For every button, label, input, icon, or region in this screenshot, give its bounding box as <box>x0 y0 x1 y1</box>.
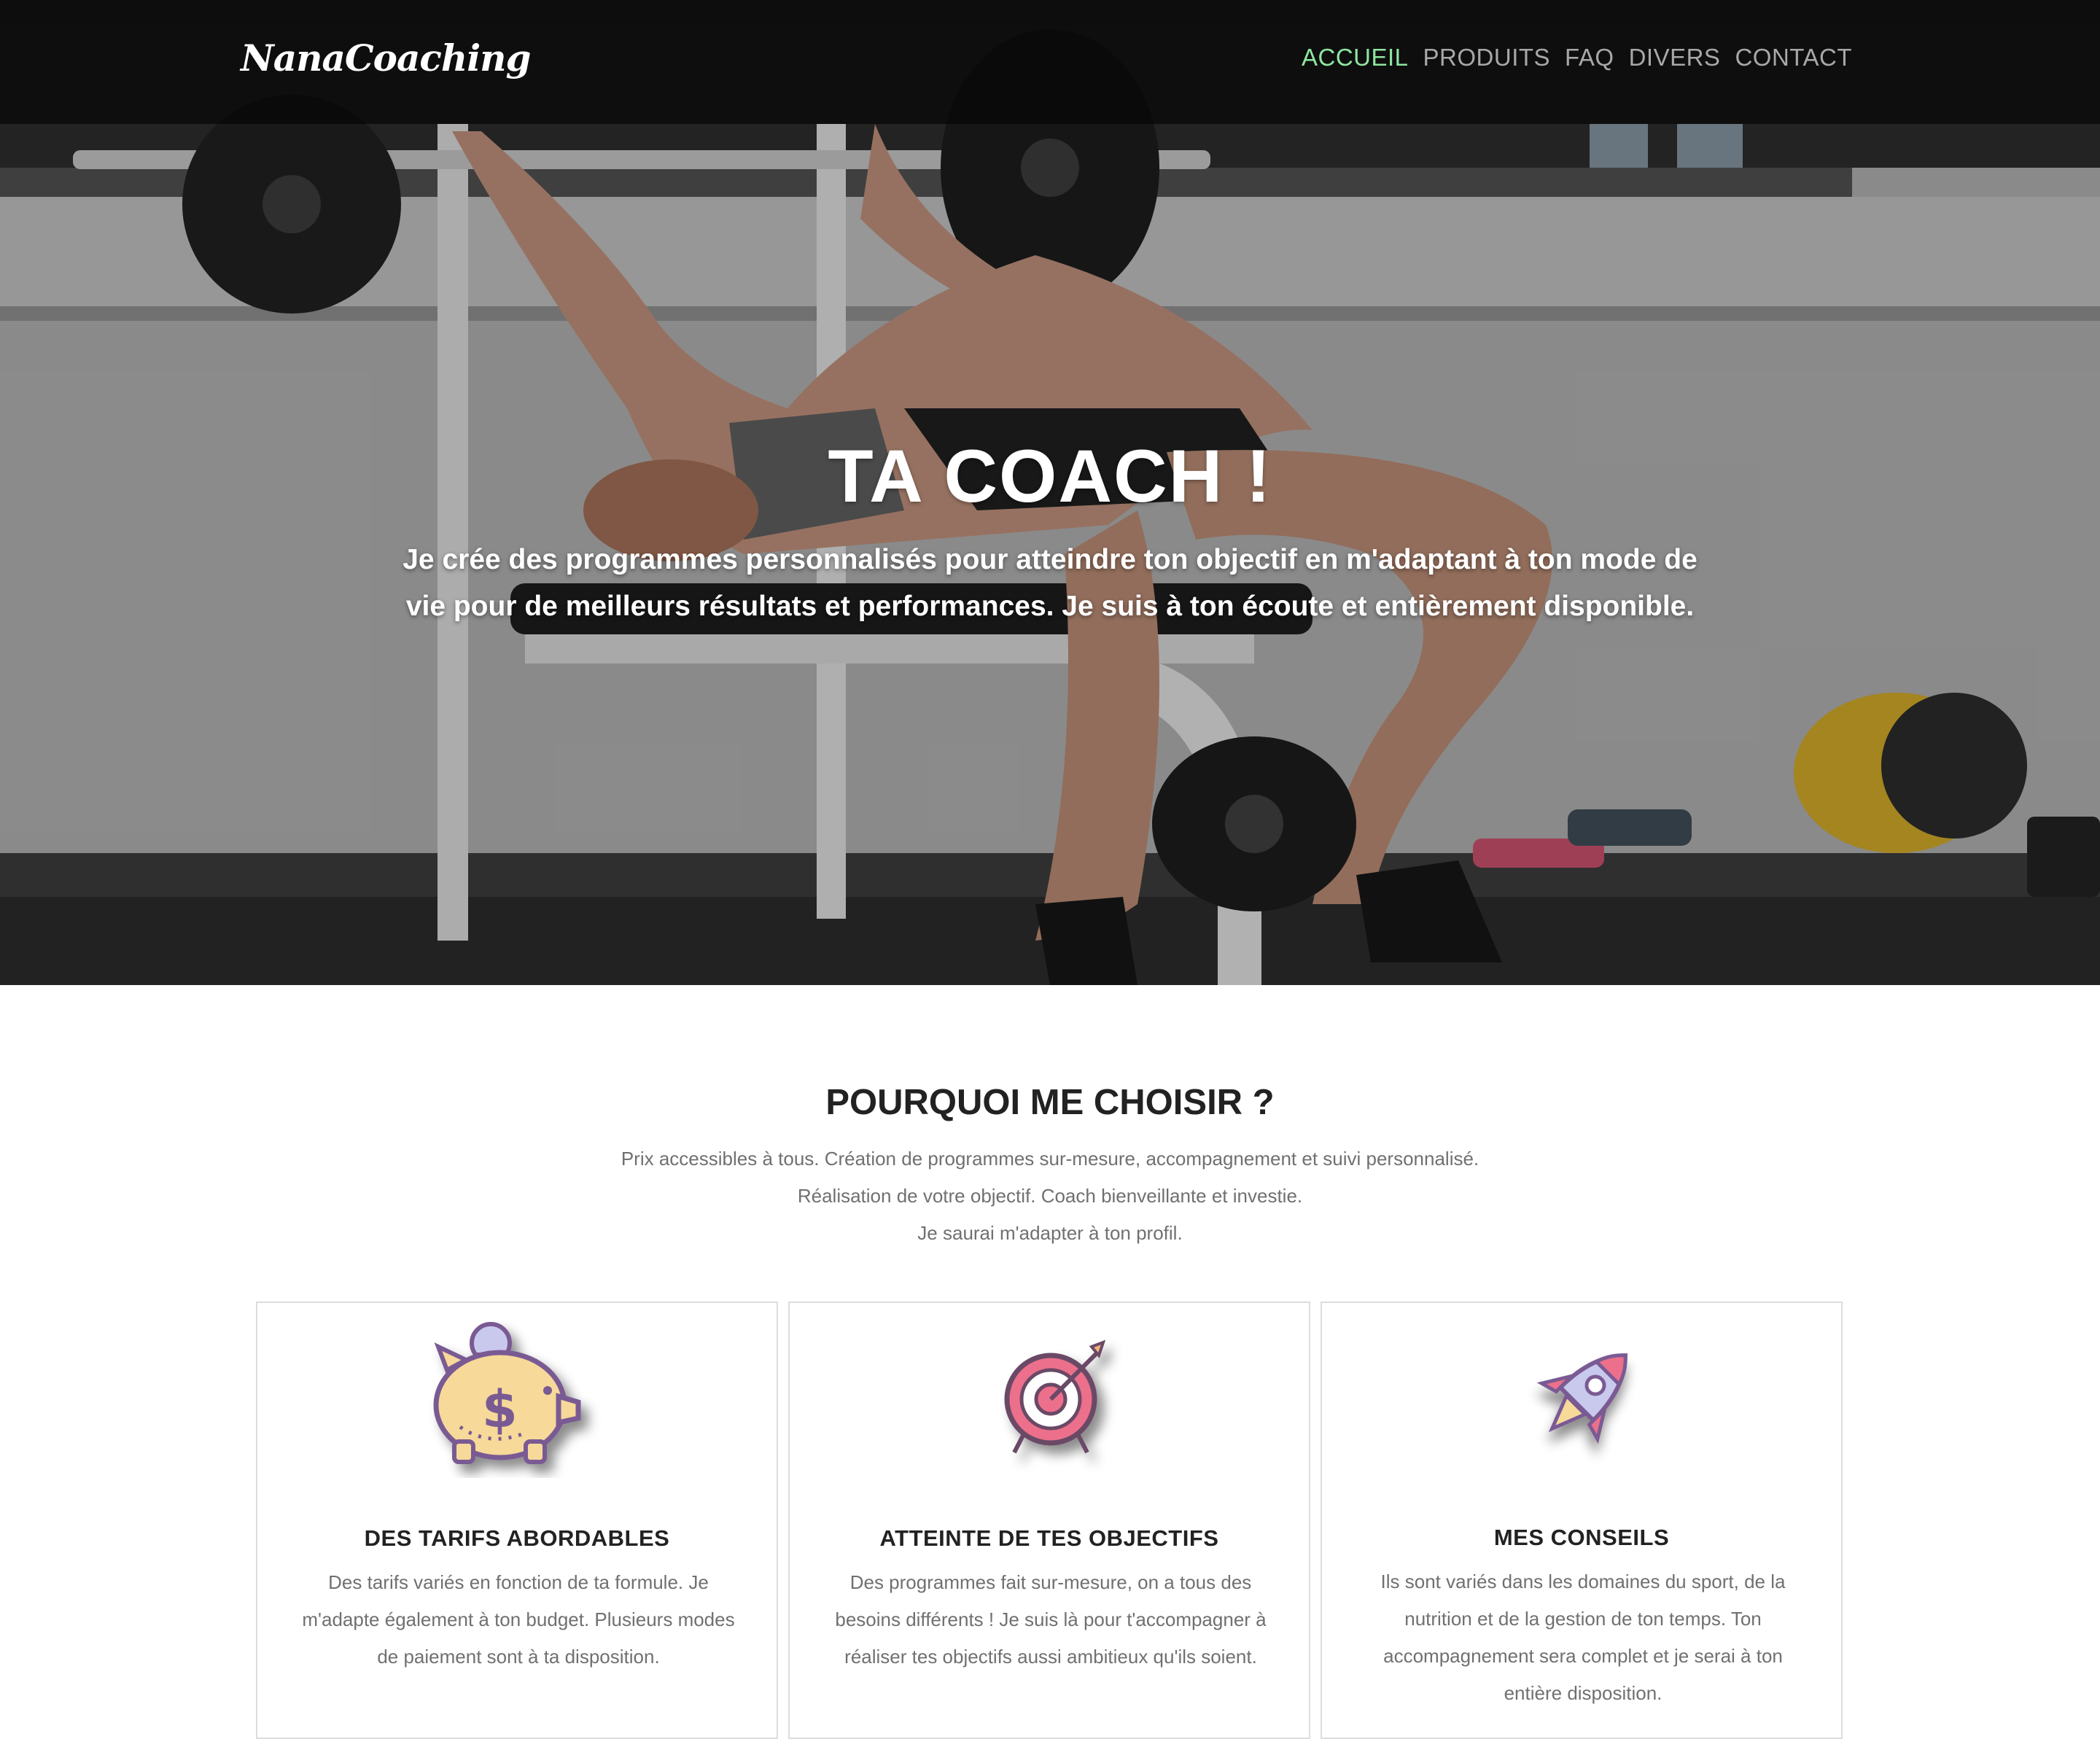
nav-link-divers[interactable]: DIVERS <box>1629 44 1721 71</box>
card-title: ATTEINTE DE TES OBJECTIFS <box>879 1525 1219 1551</box>
svg-text:$: $ <box>482 1380 518 1439</box>
target-icon <box>1004 1339 1106 1454</box>
nav-link-faq[interactable]: FAQ <box>1565 44 1614 71</box>
nav-link-accueil[interactable]: ACCUEIL <box>1302 44 1409 71</box>
top-navbar: NanaCoaching ACCUEIL PRODUITS FAQ DIVERS… <box>0 0 2100 124</box>
card-text: Des programmes fait sur-mesure, on a tou… <box>835 1571 1267 1668</box>
hero-subtitle: Je crée des programmes personnalisés pou… <box>402 544 1698 622</box>
nav-link-contact[interactable]: CONTACT <box>1735 44 1852 71</box>
section-intro: Prix accessibles à tous. Création de pro… <box>0 1140 2100 1252</box>
rocket-icon <box>1536 1353 1628 1444</box>
feature-card-objectifs: ATTEINTE DE TES OBJECTIFS Des programmes… <box>788 1302 1310 1739</box>
hero-title: TA COACH ! <box>828 435 1272 518</box>
feature-card-conseils: MES CONSEILS Ils sont variés dans les do… <box>1321 1302 1843 1739</box>
nav-link-produits[interactable]: PRODUITS <box>1423 44 1551 71</box>
feature-card-tarifs: $ DES TARIFS ABORDABLES Des tarifs varié… <box>256 1302 778 1739</box>
brand-logo[interactable]: NanaCoaching <box>241 36 531 79</box>
piggy-bank-icon: $ <box>433 1322 581 1464</box>
card-text: Des tarifs variés en fonction de ta form… <box>302 1571 735 1668</box>
section-intro-line: Réalisation de votre objectif. Coach bie… <box>797 1185 1303 1207</box>
section-title: POURQUOI ME CHOISIR ? <box>825 1083 1275 1122</box>
card-text: Ils sont variés dans les domaines du spo… <box>1380 1571 1786 1704</box>
nav-menu: ACCUEIL PRODUITS FAQ DIVERS CONTACT <box>1302 44 1852 71</box>
card-title: DES TARIFS ABORDABLES <box>364 1525 670 1551</box>
hero-banner: TA COACH ! Je crée des programmes person… <box>0 0 2100 985</box>
card-title: MES CONSEILS <box>1493 1525 1670 1550</box>
section-intro-line: Je saurai m'adapter à ton profil. <box>917 1222 1183 1244</box>
section-intro-line: Prix accessibles à tous. Création de pro… <box>621 1148 1479 1170</box>
